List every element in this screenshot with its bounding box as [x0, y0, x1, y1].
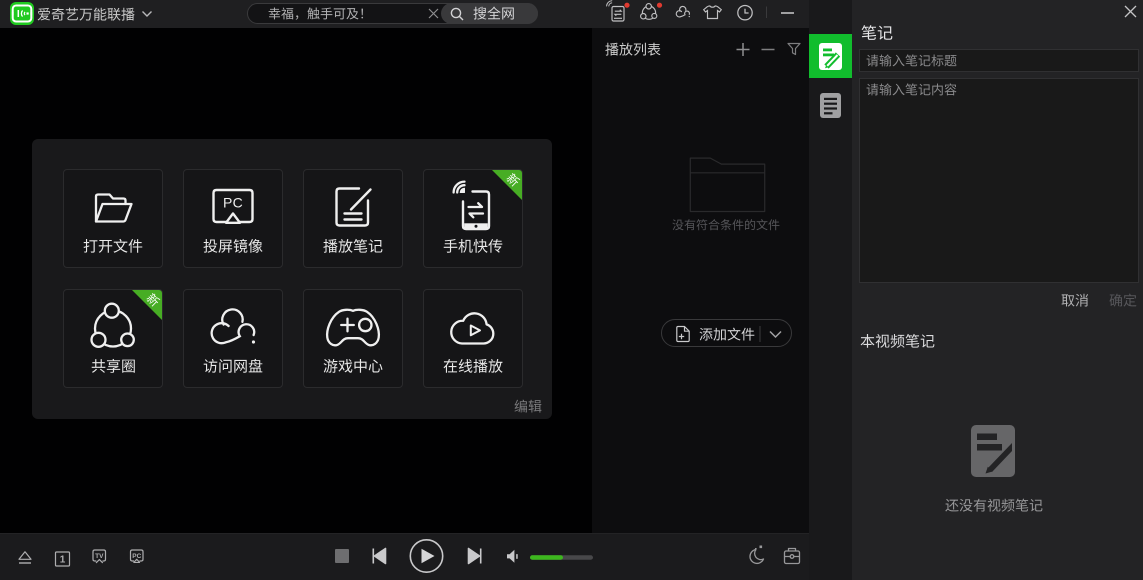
svg-text:PC: PC: [132, 553, 141, 560]
svg-text:1: 1: [60, 555, 66, 566]
svg-text:PC: PC: [223, 195, 243, 211]
svg-text:TV: TV: [95, 553, 104, 560]
